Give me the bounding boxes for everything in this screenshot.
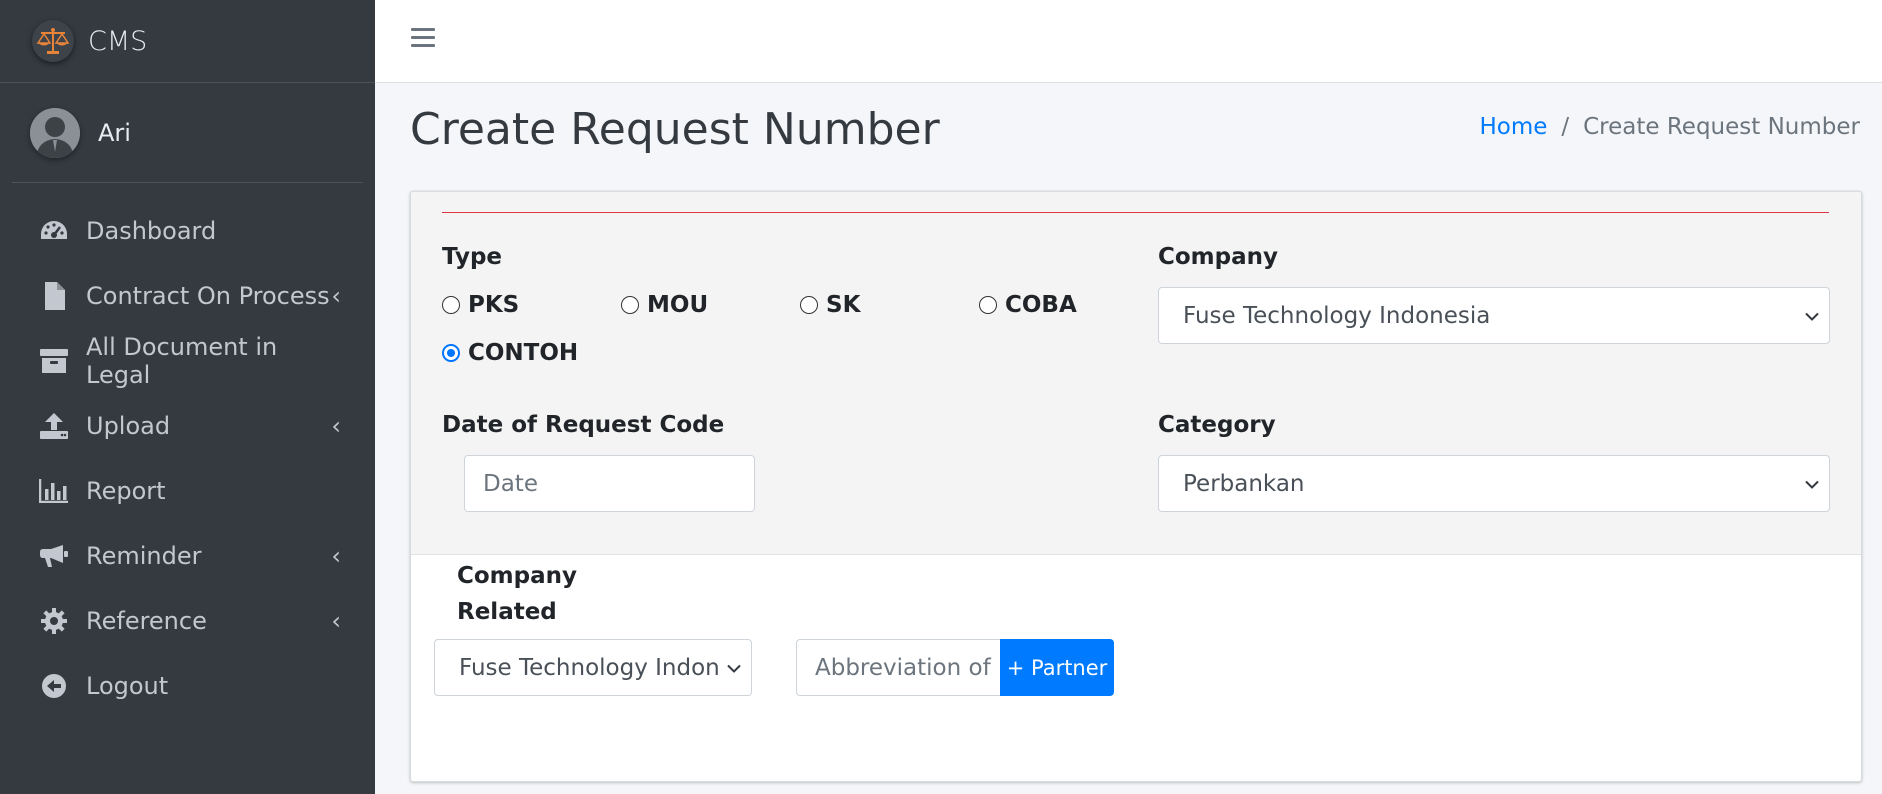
chevron-down-icon <box>1805 306 1819 325</box>
brand-text: CMS <box>88 25 148 57</box>
radio-circle[interactable] <box>800 296 818 314</box>
radio-circle[interactable] <box>621 296 639 314</box>
hamburger-menu-icon[interactable] <box>411 28 435 50</box>
company-related-select[interactable]: Fuse Technology Indon <box>434 639 752 696</box>
radio-label: PKS <box>468 292 520 318</box>
archive-icon <box>38 345 70 377</box>
sidebar-item-all-document[interactable]: All Document in Legal <box>0 328 375 393</box>
type-label: Type <box>442 244 503 270</box>
logout-icon <box>38 670 70 702</box>
sidebar-item-reminder[interactable]: Reminder ‹ <box>0 523 375 588</box>
category-select[interactable]: Perbankan <box>1158 455 1830 512</box>
sidebar-item-label: Reference <box>86 606 207 635</box>
radio-label: SK <box>826 292 861 318</box>
chevron-down-icon <box>727 658 741 677</box>
type-radio-pks[interactable]: PKS <box>442 292 519 318</box>
gear-icon <box>38 605 70 637</box>
radio-circle[interactable] <box>442 296 460 314</box>
sidebar-item-label: Contract On Process <box>86 281 330 310</box>
type-radio-contoh[interactable]: CONTOH <box>442 340 578 366</box>
chart-bar-icon <box>38 475 70 507</box>
form-top-section: Type PKS MOU SK COBA CONTOH Company Fuse… <box>411 192 1861 555</box>
tachometer-icon <box>38 215 70 247</box>
user-name: Ari <box>98 118 131 147</box>
avatar <box>30 107 80 158</box>
radio-circle-checked[interactable] <box>442 344 460 362</box>
sidebar-item-upload[interactable]: Upload ‹ <box>0 393 375 458</box>
type-radio-coba[interactable]: COBA <box>979 292 1077 318</box>
chevron-left-icon: ‹ <box>331 411 341 440</box>
chevron-left-icon: ‹ <box>331 541 341 570</box>
add-partner-button[interactable]: + Partner <box>1000 639 1114 696</box>
sidebar-item-dashboard[interactable]: Dashboard <box>0 198 375 263</box>
sidebar-item-reference[interactable]: Reference ‹ <box>0 588 375 653</box>
radio-label: MOU <box>647 292 709 318</box>
date-input[interactable]: Date <box>464 455 755 512</box>
sidebar-item-label: All Document in Legal <box>86 332 278 389</box>
breadcrumb: Home / Create Request Number <box>1479 114 1860 140</box>
sidebar-item-label: Logout <box>86 671 169 700</box>
radio-label: COBA <box>1005 292 1077 318</box>
upload-icon <box>38 410 70 442</box>
sidebar-item-report[interactable]: Report <box>0 458 375 523</box>
category-label: Category <box>1158 412 1276 438</box>
type-radio-mou[interactable]: MOU <box>621 292 708 318</box>
sidebar-item-label: Report <box>86 476 166 505</box>
sidebar-item-logout[interactable]: Logout <box>0 653 375 718</box>
chevron-left-icon: ‹ <box>331 606 341 635</box>
sidebar-item-contract-on-process[interactable]: Contract On Process ‹ <box>0 263 375 328</box>
company-related-label-line2: Related <box>457 599 557 625</box>
brand[interactable]: CMS <box>0 0 375 83</box>
type-radio-sk[interactable]: SK <box>800 292 860 318</box>
chevron-down-icon <box>1805 474 1819 493</box>
page-title: Create Request Number <box>410 104 940 155</box>
breadcrumb-separator: / <box>1561 114 1570 140</box>
scales-logo-icon <box>32 20 74 62</box>
sidebar-item-label: Reminder <box>86 541 202 570</box>
date-label: Date of Request Code <box>442 412 725 438</box>
company-related-select-value: Fuse Technology Indon <box>459 654 720 681</box>
company-select-value: Fuse Technology Indonesia <box>1183 302 1491 329</box>
breadcrumb-current: Create Request Number <box>1583 114 1860 140</box>
abbreviation-placeholder: Abbreviation of <box>815 654 991 681</box>
radio-label: CONTOH <box>468 340 579 366</box>
sidebar-item-label: Dashboard <box>86 216 217 245</box>
user-panel[interactable]: Ari <box>12 83 363 183</box>
sidebar: CMS Ari Dashboard Contract On Process ‹ <box>0 0 375 794</box>
company-select[interactable]: Fuse Technology Indonesia <box>1158 287 1830 344</box>
date-placeholder: Date <box>483 470 538 497</box>
abbreviation-input[interactable]: Abbreviation of <box>796 639 1001 696</box>
file-icon <box>38 280 70 312</box>
top-navbar <box>375 0 1882 83</box>
category-select-value: Perbankan <box>1183 470 1305 497</box>
company-related-label-line1: Company <box>457 563 577 589</box>
breadcrumb-home-link[interactable]: Home <box>1479 114 1547 140</box>
sidebar-item-label: Upload <box>86 411 171 440</box>
radio-circle[interactable] <box>979 296 997 314</box>
chevron-left-icon: ‹ <box>331 281 341 310</box>
bullhorn-icon <box>38 540 70 572</box>
company-label: Company <box>1158 244 1278 270</box>
accent-divider <box>442 212 1829 213</box>
company-related-label: Company Related <box>457 558 577 630</box>
sidebar-nav: Dashboard Contract On Process ‹ All Docu… <box>0 198 375 718</box>
request-form-card: Type PKS MOU SK COBA CONTOH Company Fuse… <box>410 191 1862 782</box>
